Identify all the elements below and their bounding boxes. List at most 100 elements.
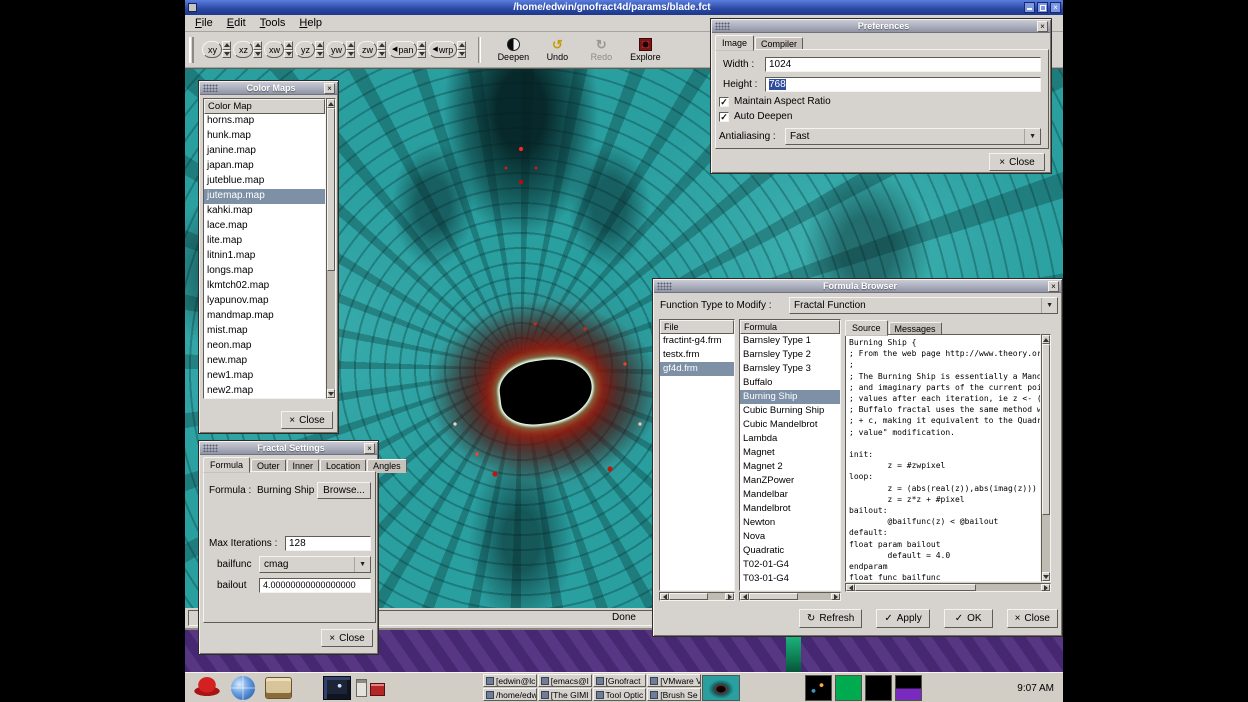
formula-item[interactable]: Lambda	[740, 432, 840, 446]
preferences-close-button[interactable]: × Close	[989, 153, 1045, 171]
bailout-input[interactable]: 4.00000000000000000	[259, 578, 371, 593]
task-button[interactable]: Tool Optic	[593, 688, 647, 701]
pager-desktop-3[interactable]	[865, 675, 892, 701]
pager-desktop-2[interactable]	[835, 675, 862, 701]
axis-button[interactable]: zw	[357, 41, 377, 58]
color-map-item[interactable]: horns.map	[204, 114, 325, 129]
pager-desktop-1[interactable]	[805, 675, 832, 701]
color-map-item[interactable]: neon.map	[204, 339, 325, 354]
formula-browser-titlebar[interactable]: Formula Browser ×	[654, 280, 1061, 293]
spin-down-button[interactable]	[457, 50, 466, 59]
maximize-button[interactable]	[1037, 2, 1048, 13]
formula-item[interactable]: Cubic Mandelbrot	[740, 418, 840, 432]
color-map-item[interactable]: new1.map	[204, 369, 325, 384]
dialog-close-button[interactable]: ×	[324, 83, 335, 94]
scroll-left-button[interactable]	[846, 584, 855, 591]
task-button[interactable]: [emacs@l	[538, 674, 592, 687]
task-button[interactable]: [Gnofract	[593, 674, 647, 687]
function-type-dropdown[interactable]: Fractal Function ▼	[789, 297, 1058, 314]
formula-item[interactable]: T03-01-G4	[740, 572, 840, 586]
formula-item[interactable]: Mandelbrot	[740, 502, 840, 516]
color-map-item[interactable]: jutemap.map	[204, 189, 325, 204]
scroll-thumb[interactable]	[669, 593, 708, 600]
color-maps-titlebar[interactable]: Color Maps ×	[200, 82, 337, 95]
formula-item[interactable]: Barnsley Type 1	[740, 334, 840, 348]
source-tab[interactable]: Source	[845, 320, 888, 336]
axis-button[interactable]: xy	[202, 41, 222, 58]
pager-desktop-4[interactable]	[895, 675, 922, 701]
scroll-thumb[interactable]	[327, 108, 335, 271]
dialog-close-button[interactable]: ×	[1048, 281, 1059, 292]
spin-down-button[interactable]	[253, 50, 262, 59]
axis-button[interactable]: ◀pan	[388, 41, 417, 58]
width-input[interactable]: 1024	[765, 57, 1041, 72]
file-item[interactable]: testx.frm	[660, 348, 734, 362]
spin-down-button[interactable]	[417, 50, 426, 59]
scroll-right-button[interactable]	[1041, 584, 1050, 591]
formula-item[interactable]: Nova	[740, 530, 840, 544]
color-map-item[interactable]: hunk.map	[204, 129, 325, 144]
fractal-settings-titlebar[interactable]: Fractal Settings ×	[200, 442, 377, 455]
scroll-track[interactable]	[327, 108, 335, 389]
task-button[interactable]: [edwin@lc	[483, 674, 537, 687]
source-vscrollbar[interactable]	[1041, 334, 1051, 582]
task-button[interactable]: [VMware V	[647, 674, 701, 687]
task-button[interactable]: [Brush Se	[647, 688, 701, 701]
axis-spinner[interactable]	[377, 41, 386, 58]
formula-item[interactable]: Newton	[740, 516, 840, 530]
ok-button[interactable]: ✓ OK	[944, 609, 993, 628]
formula-item[interactable]: T02-01-G4	[740, 558, 840, 572]
file-item[interactable]: gf4d.frm	[660, 362, 734, 376]
scroll-left-button[interactable]	[740, 593, 749, 600]
auto-deepen-checkbox[interactable]: ✓	[719, 112, 729, 122]
toolbox-launcher-icon[interactable]	[370, 683, 385, 696]
auto-deepen-checkbox-row[interactable]: ✓ Auto Deepen	[719, 111, 792, 122]
file-list-hscrollbar[interactable]	[659, 592, 735, 601]
menu-item[interactable]: File	[190, 16, 222, 30]
spin-up-button[interactable]	[253, 41, 262, 50]
help-launcher-icon[interactable]	[265, 677, 292, 699]
color-map-item[interactable]: longs.map	[204, 264, 325, 279]
spin-up-button[interactable]	[346, 41, 355, 50]
color-map-item[interactable]: lkmtch02.map	[204, 279, 325, 294]
menu-item[interactable]: Edit	[222, 16, 255, 30]
color-map-item[interactable]: lite.map	[204, 234, 325, 249]
scroll-track[interactable]	[855, 584, 1041, 591]
scroll-thumb[interactable]	[1042, 344, 1050, 515]
color-map-item[interactable]: litnin1.map	[204, 249, 325, 264]
formula-item[interactable]: Quadratic	[740, 544, 840, 558]
deepen-button[interactable]: Deepen	[491, 33, 535, 66]
scroll-down-button[interactable]	[327, 389, 335, 398]
spin-up-button[interactable]	[315, 41, 324, 50]
minimize-button[interactable]	[1024, 2, 1035, 13]
terminal-launcher-icon[interactable]	[323, 676, 351, 700]
bailfunc-dropdown[interactable]: cmag ▼	[259, 556, 371, 573]
explore-button[interactable]: Explore	[623, 33, 667, 66]
height-input[interactable]: 768	[765, 77, 1041, 92]
scroll-thumb[interactable]	[749, 593, 798, 600]
spin-up-button[interactable]	[222, 41, 231, 50]
spin-down-button[interactable]	[346, 50, 355, 59]
color-map-item[interactable]: mandmap.map	[204, 309, 325, 324]
file-item[interactable]: fractint-g4.frm	[660, 334, 734, 348]
formula-item[interactable]: Magnet 2	[740, 460, 840, 474]
color-map-item[interactable]: mist.map	[204, 324, 325, 339]
axis-spinner[interactable]	[222, 41, 231, 58]
preferences-tab[interactable]: Image	[715, 35, 754, 51]
formula-item[interactable]: Barnsley Type 3	[740, 362, 840, 376]
scroll-track[interactable]	[669, 593, 725, 600]
axis-spinner[interactable]	[346, 41, 355, 58]
formula-item[interactable]: Buffalo	[740, 376, 840, 390]
spin-down-button[interactable]	[284, 50, 293, 59]
close-button[interactable]: ×	[1050, 2, 1061, 13]
axis-button[interactable]: xw	[264, 41, 284, 58]
axis-spinner[interactable]	[457, 41, 466, 58]
task-button[interactable]: [The GIMI	[538, 688, 592, 701]
color-map-item[interactable]: new2.map	[204, 384, 325, 399]
task-button[interactable]: /home/edw	[483, 688, 537, 701]
menu-item[interactable]: Tools	[255, 16, 295, 30]
color-map-item[interactable]: lace.map	[204, 219, 325, 234]
dialog-close-button[interactable]: ×	[364, 443, 375, 454]
color-map-item[interactable]: new.map	[204, 354, 325, 369]
scroll-right-button[interactable]	[831, 593, 840, 600]
